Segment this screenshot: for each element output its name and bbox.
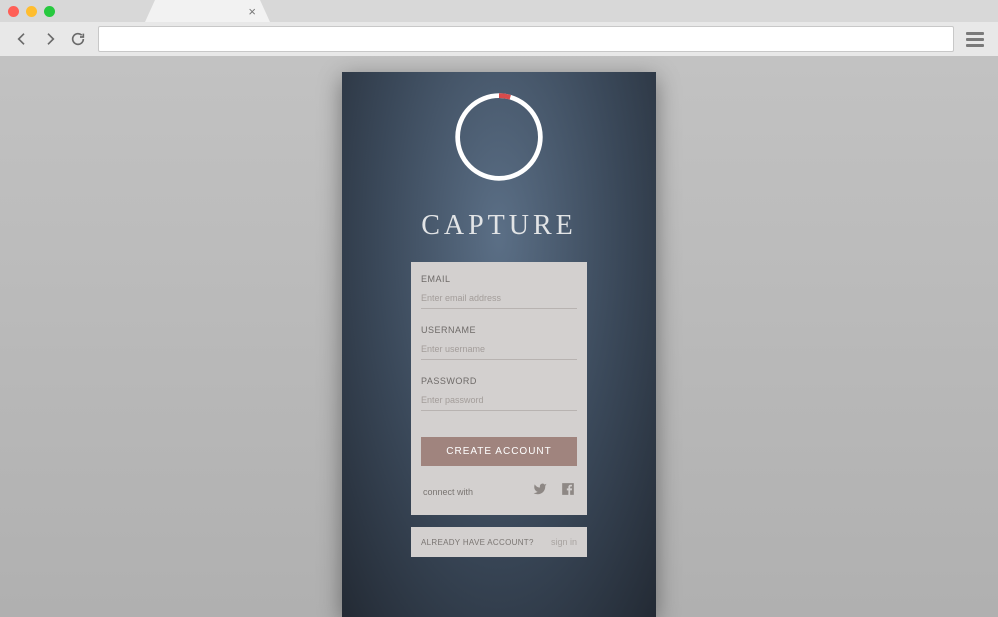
- url-bar[interactable]: [98, 26, 954, 52]
- already-have-account-label: ALREADY HAVE ACCOUNT?: [421, 538, 534, 547]
- email-field[interactable]: [421, 290, 577, 309]
- username-group: USERNAME: [421, 325, 577, 360]
- signup-panel: CAPTURE EMAIL USERNAME PASSWORD CREATE A…: [342, 72, 656, 617]
- password-label: PASSWORD: [421, 376, 577, 386]
- tab-bar: ×: [0, 0, 998, 22]
- facebook-icon[interactable]: [561, 482, 575, 501]
- minimize-window-button[interactable]: [26, 6, 37, 17]
- maximize-window-button[interactable]: [44, 6, 55, 17]
- window-controls: [8, 6, 55, 17]
- create-account-button[interactable]: CREATE ACCOUNT: [421, 437, 577, 466]
- close-tab-icon[interactable]: ×: [248, 5, 256, 18]
- browser-tab[interactable]: ×: [145, 0, 270, 22]
- connect-row: connect with: [421, 482, 577, 501]
- twitter-icon[interactable]: [533, 482, 547, 501]
- browser-chrome: ×: [0, 0, 998, 56]
- reload-button[interactable]: [70, 31, 86, 47]
- close-window-button[interactable]: [8, 6, 19, 17]
- back-button[interactable]: [14, 31, 30, 47]
- username-field[interactable]: [421, 341, 577, 360]
- email-group: EMAIL: [421, 274, 577, 309]
- email-label: EMAIL: [421, 274, 577, 284]
- username-label: USERNAME: [421, 325, 577, 335]
- connect-label: connect with: [423, 487, 473, 497]
- signin-card: ALREADY HAVE ACCOUNT? sign in: [411, 527, 587, 557]
- menu-button[interactable]: [966, 32, 984, 47]
- password-group: PASSWORD: [421, 376, 577, 411]
- forward-button[interactable]: [42, 31, 58, 47]
- signin-link[interactable]: sign in: [551, 537, 577, 547]
- signup-form: EMAIL USERNAME PASSWORD CREATE ACCOUNT c…: [411, 262, 587, 515]
- social-icons: [533, 482, 575, 501]
- app-title: CAPTURE: [421, 210, 577, 242]
- page-viewport: CAPTURE EMAIL USERNAME PASSWORD CREATE A…: [0, 56, 998, 617]
- logo-circle: [452, 90, 546, 184]
- browser-toolbar: [0, 22, 998, 56]
- password-field[interactable]: [421, 392, 577, 411]
